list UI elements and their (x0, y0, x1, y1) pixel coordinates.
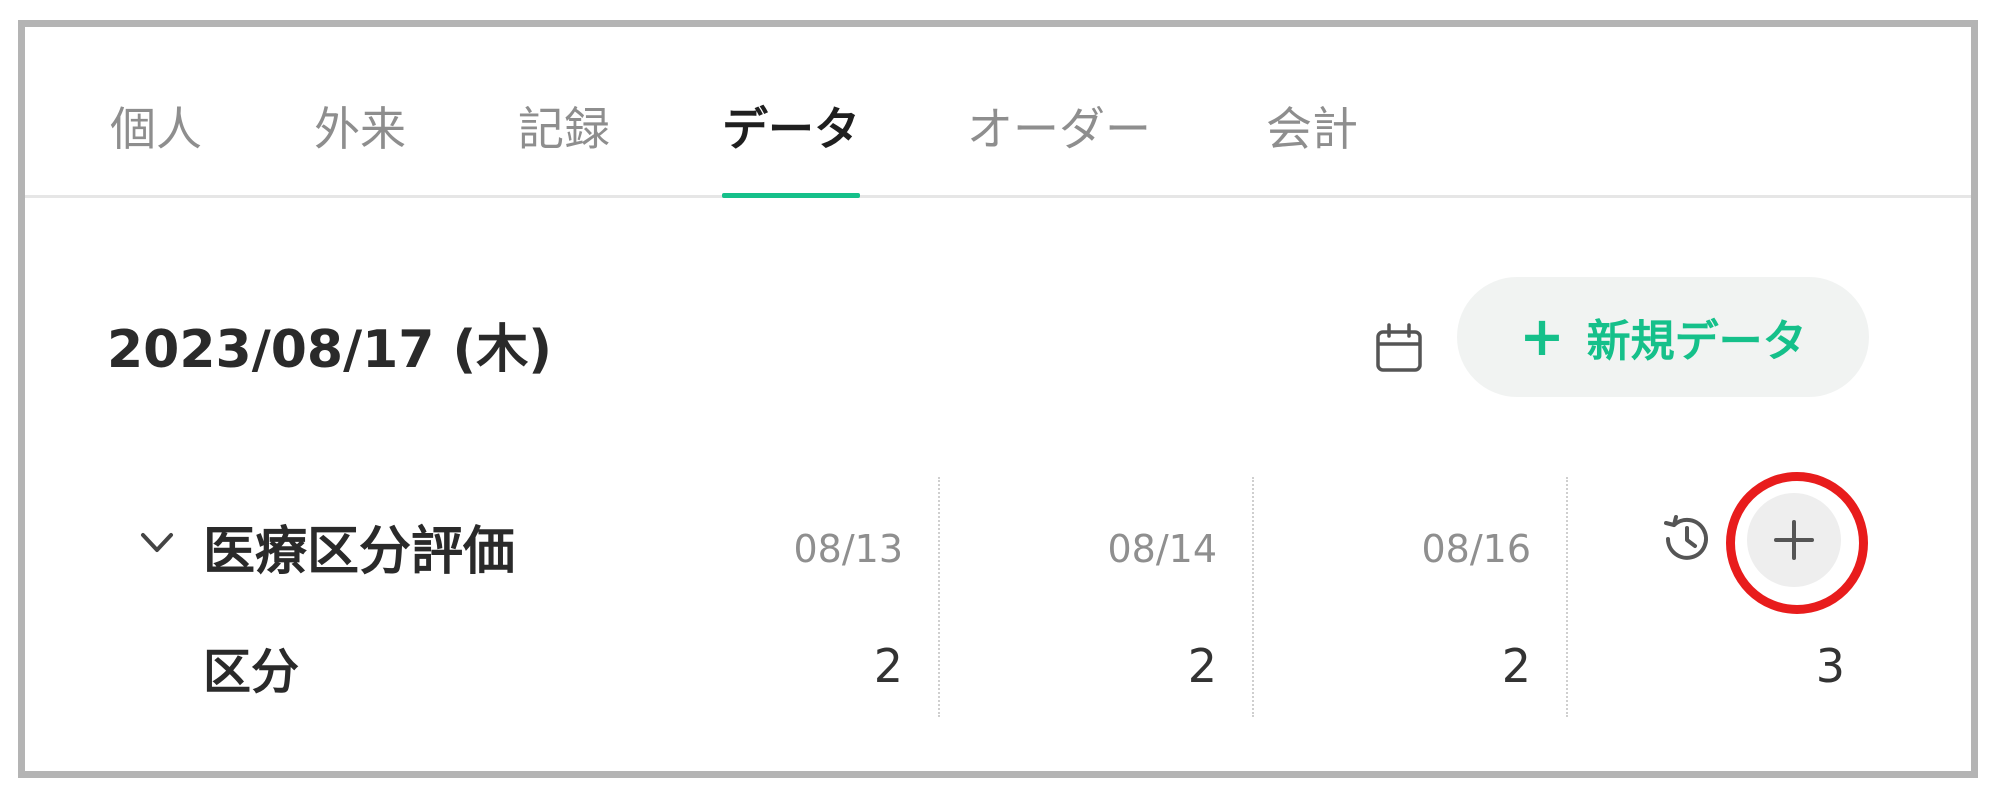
tab-data[interactable]: データ (722, 93, 860, 198)
column-date[interactable]: 08/13 (753, 527, 903, 571)
tab-orders[interactable]: オーダー (967, 93, 1151, 195)
app-window: 個人 外来 記録 データ オーダー 会計 2023/08/17 (木) + 新規… (18, 20, 1978, 778)
table-cell[interactable]: 2 (1381, 639, 1531, 693)
tab-records[interactable]: 記録 (518, 93, 610, 195)
section-title: 医療区分評価 (203, 522, 516, 582)
column-date[interactable]: 08/16 (1381, 527, 1531, 571)
row-label: 区分 (203, 644, 300, 700)
add-entry-button[interactable] (1747, 493, 1841, 587)
tab-bar: 個人 外来 記録 データ オーダー 会計 (25, 27, 1971, 198)
table-cell[interactable]: 3 (1695, 639, 1845, 693)
tab-outpatient[interactable]: 外来 (314, 93, 406, 195)
column-divider (1566, 477, 1568, 717)
current-date: 2023/08/17 (木) (107, 320, 553, 380)
column-divider (1252, 477, 1254, 717)
table-cell[interactable]: 2 (753, 639, 903, 693)
new-data-button[interactable]: + 新規データ (1457, 277, 1869, 397)
plus-icon (1774, 520, 1814, 560)
new-data-label: 新規データ (1586, 316, 1807, 367)
calendar-icon (1376, 323, 1422, 372)
history-button[interactable] (1653, 507, 1717, 571)
column-divider (938, 477, 940, 717)
tab-billing[interactable]: 会計 (1266, 93, 1358, 195)
tab-personal[interactable]: 個人 (110, 93, 202, 195)
chevron-down-icon[interactable] (137, 523, 177, 563)
table-cell[interactable]: 2 (1067, 639, 1217, 693)
calendar-button[interactable] (1363, 312, 1435, 384)
plus-icon: + (1519, 305, 1565, 368)
column-date[interactable]: 08/14 (1067, 527, 1217, 571)
history-icon (1664, 515, 1708, 560)
